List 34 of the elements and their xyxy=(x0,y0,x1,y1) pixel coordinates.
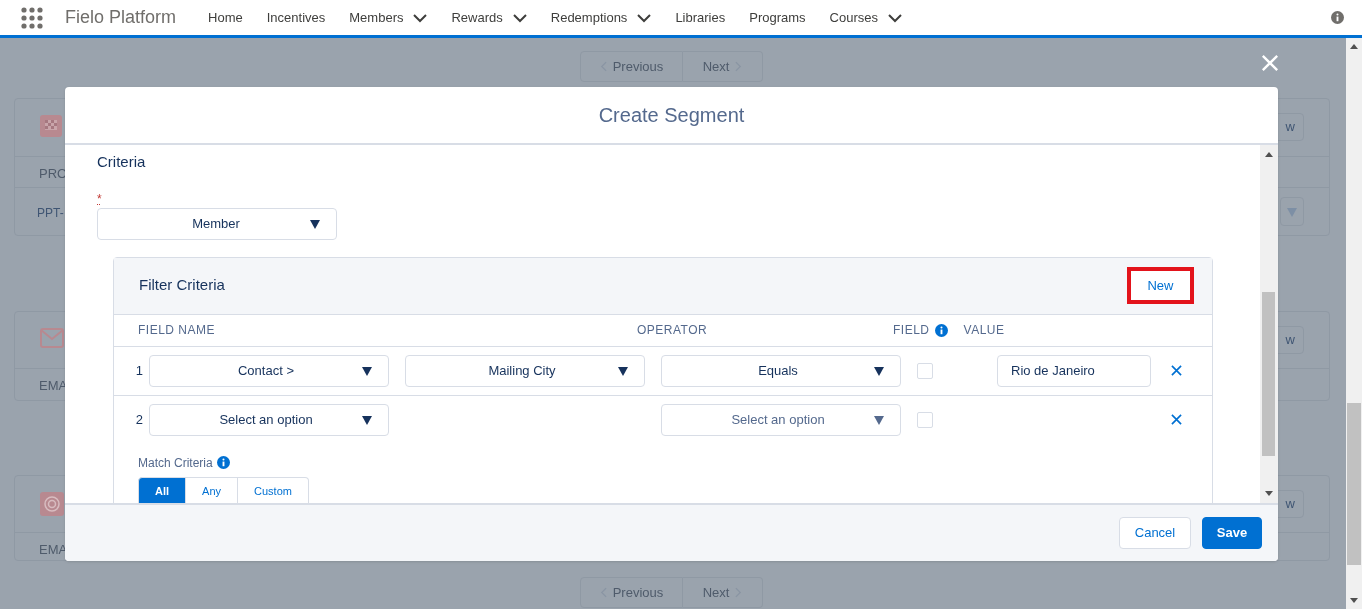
save-button[interactable]: Save xyxy=(1202,517,1262,549)
nav-tab[interactable]: Rewards xyxy=(439,0,539,36)
modal-title: Create Segment xyxy=(598,103,745,128)
match-criteria-label: Match Criteria xyxy=(138,454,213,472)
column-header: OPERATOR xyxy=(637,322,708,339)
match-option[interactable]: All xyxy=(138,476,187,503)
card-value: PPT- xyxy=(37,205,64,222)
operator-select[interactable]: Select an option xyxy=(661,404,901,436)
match-option[interactable]: Any xyxy=(186,476,239,503)
row-number: 2 xyxy=(134,411,144,430)
nav-tab[interactable]: Libraries xyxy=(663,0,738,36)
column-header: FIELD xyxy=(893,322,930,339)
object-select[interactable]: Member xyxy=(97,207,337,240)
operator-select[interactable]: Equals xyxy=(661,354,901,387)
section-title: Criteria xyxy=(97,152,147,172)
column-header: FIELD NAME xyxy=(138,322,215,339)
app-name: Fielo Platform xyxy=(65,6,177,29)
row-number: 1 xyxy=(134,361,144,380)
nav-tab[interactable]: Programs xyxy=(737,0,818,36)
filter-title: Filter Criteria xyxy=(139,275,225,296)
value-input[interactable]: Rio de Janeiro xyxy=(997,354,1151,387)
match-option[interactable]: Custom xyxy=(238,476,309,503)
field-select[interactable]: Select an option xyxy=(149,404,389,436)
nav-tab[interactable]: Incentives xyxy=(254,0,338,36)
column-header: VALUE xyxy=(963,322,1005,339)
field-select[interactable]: Contact > xyxy=(149,354,389,387)
field-select[interactable]: Mailing City xyxy=(405,354,645,387)
required-mark: * xyxy=(97,191,103,206)
nav-tab[interactable]: Members xyxy=(337,0,440,36)
new-button[interactable]: New xyxy=(1127,267,1194,304)
nav-tab[interactable]: Home xyxy=(196,0,255,36)
cancel-button[interactable]: Cancel xyxy=(1119,517,1191,549)
nav-tab[interactable]: Courses xyxy=(817,0,914,36)
nav-tab[interactable]: Redemptions xyxy=(538,0,664,36)
